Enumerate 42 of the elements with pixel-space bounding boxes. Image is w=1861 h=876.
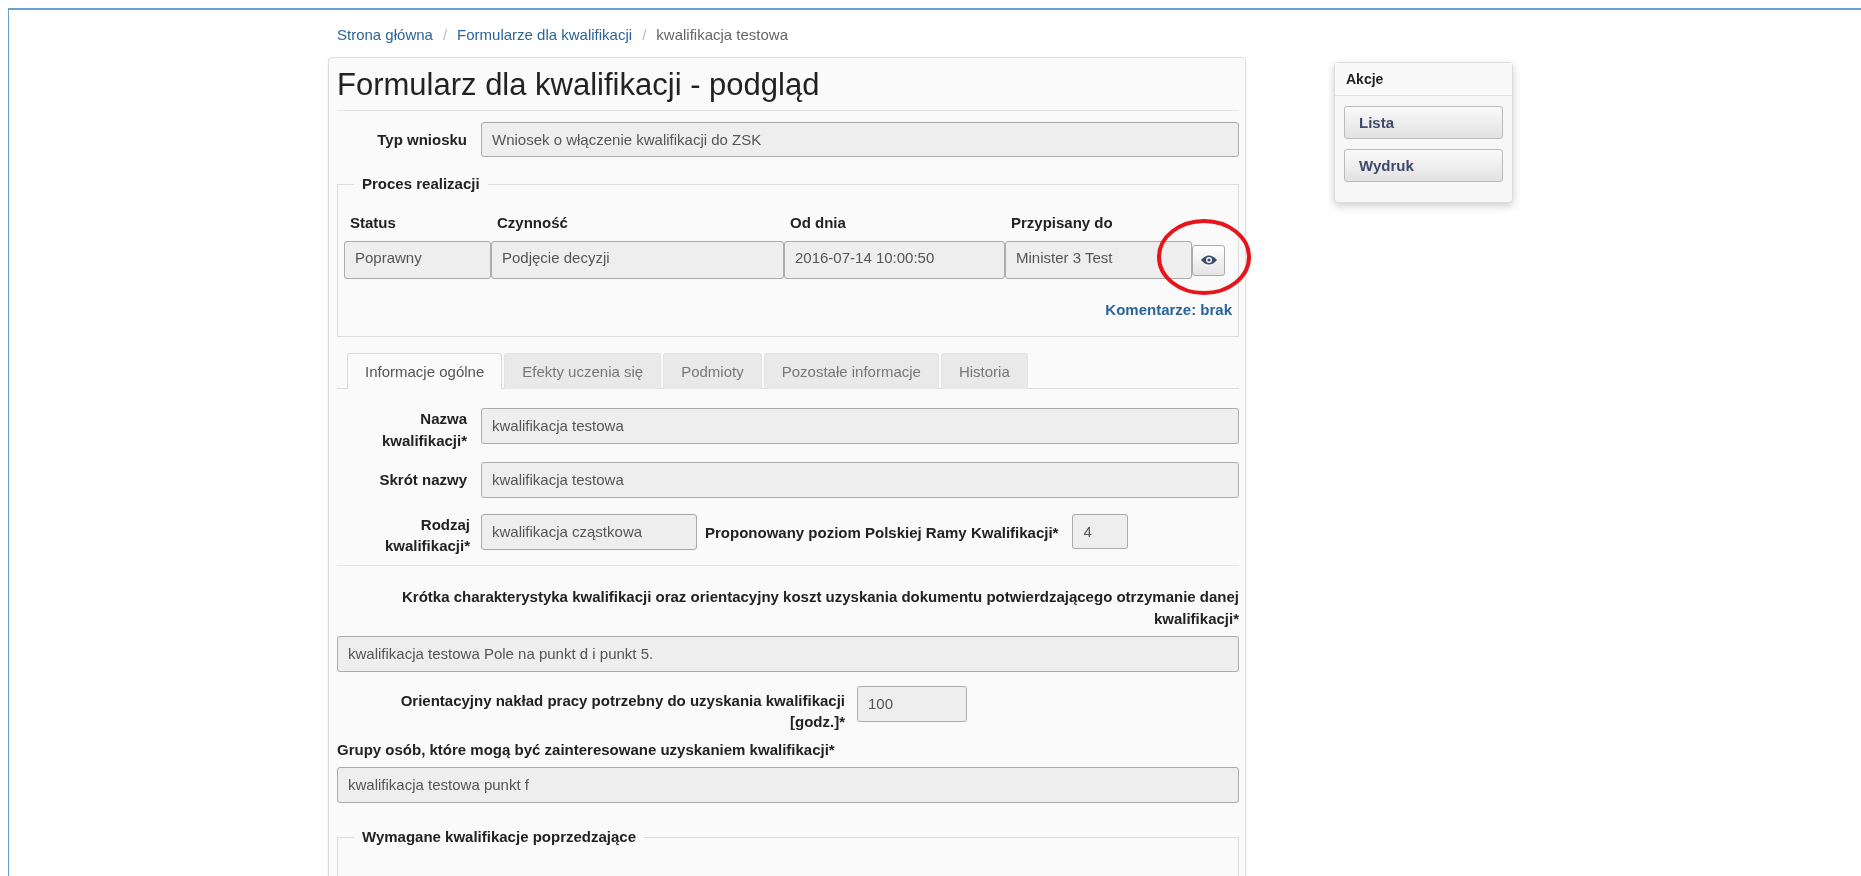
field-label: Rodzaj kwalifikacji* (383, 514, 470, 557)
column-header: Status (349, 214, 397, 231)
field-label: Nazwa kwalifikacji* (380, 409, 467, 451)
tab[interactable]: Podmioty (663, 353, 762, 389)
tab[interactable]: Efekty uczenia się (504, 353, 662, 389)
breadcrumb-current: kwalifikacja testowa (656, 26, 789, 43)
process-field[interactable]: Poprawny (344, 241, 491, 279)
page-title: Formularz dla kwalifikacji - podgląd (337, 58, 1239, 111)
eye-icon (1200, 254, 1217, 266)
request-type-field[interactable]: Wniosek o włączenie kwalifikacji do ZSK (481, 122, 1239, 157)
actions-title: Akcje (1335, 63, 1512, 96)
tab[interactable]: Pozostałe informacje (763, 353, 939, 389)
name-field[interactable]: kwalifikacja testowa (481, 408, 1239, 444)
column-header: Od dnia (789, 214, 847, 231)
view-button[interactable] (1192, 244, 1225, 276)
workload-field[interactable]: 100 (857, 685, 967, 722)
action-button[interactable]: Wydruk (1344, 149, 1503, 182)
tab[interactable]: Informacje ogólne (347, 353, 503, 389)
groups-field[interactable]: kwalifikacja testowa punkt f (337, 766, 1239, 803)
short-name-field[interactable]: kwalifikacja testowa (481, 461, 1239, 498)
field-label: Typ wniosku (376, 129, 467, 150)
field-label: Orientacyjny nakład pracy potrzebny do uzyskania kwalifikacji [godz.]* (399, 690, 845, 733)
breadcrumb-separator: / (642, 26, 647, 43)
column-header: Czynność (496, 214, 569, 231)
process-field[interactable]: Podjęcie decyzji (491, 241, 784, 279)
level-field[interactable]: 4 (1072, 513, 1129, 549)
tab[interactable]: Historia (940, 353, 1028, 389)
breadcrumb-link[interactable]: Formularze dla kwalifikacji (457, 26, 633, 43)
type-field[interactable]: kwalifikacja cząstkowa (481, 513, 697, 550)
process-field[interactable]: Minister 3 Test (1005, 241, 1192, 279)
column-header: Przypisany do (1010, 214, 1114, 231)
process-field[interactable]: 2016-07-14 10:00:50 (784, 241, 1005, 279)
field-label: Proponowany poziom Polskiej Ramy Kwalifikacji* (705, 522, 1059, 543)
field-label: Krótka charakterystyka kwalifikacji oraz orientacyjny koszt uzyskania dokumentu potwierdzającego otrzymanie danej kwalifikacji* (401, 587, 1239, 629)
description-field[interactable]: kwalifikacja testowa Pole na punkt d i punkt 5. (337, 635, 1239, 672)
field-label: Skrót nazwy (378, 469, 467, 490)
breadcrumb-link[interactable]: Strona główna (337, 26, 433, 43)
breadcrumb-separator: / (442, 26, 448, 43)
field-label: Grupy osób, które mogą być zainteresowane uzyskaniem kwalifikacji* (337, 740, 836, 760)
fieldset-legend: Proces realizacji (354, 175, 488, 192)
action-button[interactable]: Lista (1344, 106, 1503, 139)
comments-link[interactable]: Komentarze: brak (1105, 301, 1232, 318)
